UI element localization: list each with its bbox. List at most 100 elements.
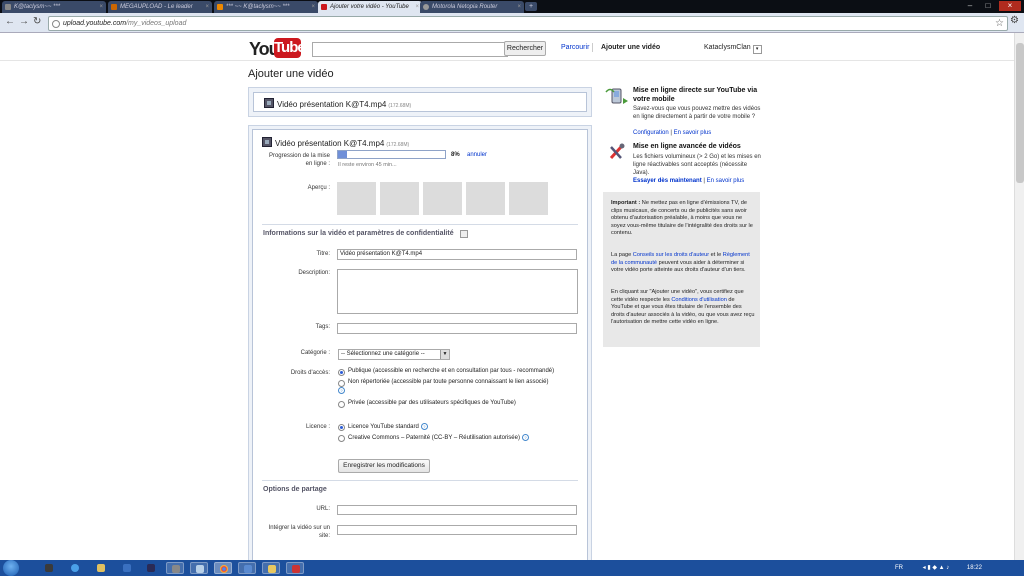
upload-link[interactable]: Ajouter une vidéo xyxy=(601,44,660,51)
search-button[interactable]: Rechercher xyxy=(504,41,546,56)
minimize-icon[interactable]: – xyxy=(962,1,978,11)
thumbnail-placeholder[interactable] xyxy=(509,182,548,215)
help-icon[interactable]: ? xyxy=(420,423,428,430)
access-unlisted-radio[interactable] xyxy=(338,380,345,387)
taskbar-app[interactable] xyxy=(190,562,208,574)
video-file-icon xyxy=(262,137,272,147)
user-menu[interactable]: KataclysmClan ▾ xyxy=(704,44,762,54)
title-input[interactable]: Vidéo présentation K@T4.mp4 xyxy=(337,249,577,260)
tray-icons[interactable]: ◂ ▮ ◆ ▲ ♪ xyxy=(923,565,950,571)
browser-tab[interactable]: MEGAUPLOAD - Le leader × xyxy=(108,1,212,13)
browser-tab[interactable]: *** ~~ K@taclysm~~ *** × xyxy=(214,1,318,13)
configuration-link[interactable]: Configuration xyxy=(633,130,669,136)
close-window-icon[interactable]: × xyxy=(999,1,1021,11)
file-size: (172.68M) xyxy=(386,142,410,148)
upload-progress-bar xyxy=(337,150,446,159)
scrollbar-thumb[interactable] xyxy=(1016,43,1024,183)
browser-tab[interactable]: K@taclysm~~ *** × xyxy=(2,1,106,13)
embed-code-field[interactable] xyxy=(337,525,577,535)
thumbnail-placeholder[interactable] xyxy=(466,182,505,215)
tab-close-icon[interactable]: × xyxy=(205,1,209,13)
folder-icon xyxy=(268,565,276,573)
cancel-upload-link[interactable]: annuler xyxy=(467,152,487,158)
taskbar-app[interactable] xyxy=(262,562,280,574)
description-textarea[interactable] xyxy=(337,269,578,314)
taskbar-app[interactable] xyxy=(92,562,110,574)
forward-button[interactable]: → xyxy=(19,17,29,27)
thumbnail-placeholder[interactable] xyxy=(337,182,376,215)
search-input[interactable] xyxy=(312,42,508,57)
category-selected: -- Sélectionnez une catégorie -- xyxy=(341,351,425,357)
section-divider xyxy=(262,224,578,225)
file-size: (172.68M) xyxy=(388,103,412,109)
new-tab-button[interactable]: + xyxy=(525,2,537,11)
description-label: Description: xyxy=(298,270,330,276)
back-button[interactable]: ← xyxy=(5,17,15,27)
access-private-radio[interactable] xyxy=(338,401,345,408)
youtube-logo[interactable]: You Tube xyxy=(249,38,306,59)
reload-button[interactable]: ↻ xyxy=(33,17,41,27)
clock[interactable]: 18:22 xyxy=(967,565,982,571)
tab-close-icon[interactable]: × xyxy=(415,1,419,13)
copyright-tips-link[interactable]: Conseils sur les droits d'auteur xyxy=(633,252,709,258)
tab-label: Motorola Netopia Router xyxy=(432,4,498,10)
tab-close-icon[interactable]: × xyxy=(311,1,315,13)
title-input-value: Vidéo présentation K@T4.mp4 xyxy=(340,251,423,257)
taskbar-app[interactable] xyxy=(66,562,84,574)
access-public-radio[interactable] xyxy=(338,369,345,376)
tags-input[interactable] xyxy=(337,323,577,334)
tab-favicon-icon xyxy=(5,4,11,10)
language-indicator[interactable]: FR xyxy=(895,565,903,571)
advanced-upload-title: Mise en ligne avancée de vidéos xyxy=(633,143,741,150)
address-bar[interactable]: upload.youtube.com/my_videos_upload ☆ xyxy=(48,16,1008,31)
license-cc-radio[interactable] xyxy=(338,435,345,442)
license-cc-label: Creative Commons – Paternité (CC-BY – Ré… xyxy=(348,434,529,441)
page-scrollbar[interactable] xyxy=(1014,33,1024,560)
app-icon xyxy=(196,565,204,573)
help-icon[interactable]: ? xyxy=(338,387,345,394)
thumbnail-placeholder[interactable] xyxy=(423,182,462,215)
page-title: Ajouter une vidéo xyxy=(248,68,334,80)
taskbar-app[interactable] xyxy=(166,562,184,574)
chevron-down-icon[interactable]: ▼ xyxy=(440,350,449,359)
category-select[interactable]: -- Sélectionnez une catégorie -- ▼ xyxy=(338,349,450,360)
wrench-menu-icon[interactable]: ⚙ xyxy=(1010,16,1019,26)
copyright-notice: Important : Ne mettez pas en ligne d'émi… xyxy=(603,192,760,347)
chrome-icon xyxy=(220,565,228,573)
upload-item-title: Vidéo présentation K@T4.mp4 (172.68M) xyxy=(264,98,411,109)
windows-taskbar: FR ◂ ▮ ◆ ▲ ♪ 18:22 xyxy=(0,560,1024,576)
link-separator: | xyxy=(703,178,705,184)
browser-tab-active[interactable]: Ajouter votre vidéo - YouTube × xyxy=(318,1,422,13)
tab-close-icon[interactable]: × xyxy=(99,1,103,13)
tab-close-icon[interactable]: × xyxy=(517,1,521,13)
embed-label: Intégrer la vidéo sur un site: xyxy=(268,525,330,539)
start-button[interactable] xyxy=(3,560,19,576)
app-icon xyxy=(71,564,79,572)
maximize-icon[interactable]: □ xyxy=(980,1,996,11)
app-icon xyxy=(97,564,105,572)
help-icon[interactable]: ? xyxy=(521,434,529,441)
save-changes-button[interactable]: Enregistrer les modifications xyxy=(338,459,430,473)
tab-label: K@taclysm~~ *** xyxy=(14,4,61,10)
upload-item-header[interactable]: Vidéo présentation K@T4.mp4 (172.68M) xyxy=(253,92,587,112)
taskbar-app[interactable] xyxy=(238,562,256,574)
bookmark-star-icon[interactable]: ☆ xyxy=(995,17,1004,30)
learn-more-link[interactable]: En savoir plus xyxy=(707,178,745,184)
taskbar-app[interactable] xyxy=(40,562,58,574)
browser-tab[interactable]: Motorola Netopia Router × xyxy=(420,1,524,13)
chevron-down-icon[interactable]: ▾ xyxy=(752,45,762,54)
terms-of-use-link[interactable]: Conditions d'utilisation xyxy=(671,297,726,303)
learn-more-link[interactable]: En savoir plus xyxy=(674,130,712,136)
try-now-link[interactable]: Essayer dès maintenant xyxy=(633,178,702,184)
taskbar-app-chrome[interactable] xyxy=(214,562,232,574)
share-url-field[interactable] xyxy=(337,505,577,515)
taskbar-app[interactable] xyxy=(142,562,160,574)
license-standard-label: Licence YouTube standard? xyxy=(348,423,428,430)
taskbar-app[interactable] xyxy=(118,562,136,574)
thumbnail-placeholder[interactable] xyxy=(380,182,419,215)
browse-link[interactable]: Parcourir xyxy=(561,44,589,51)
license-standard-radio[interactable] xyxy=(338,424,345,431)
url-host: upload.youtube.com xyxy=(63,20,127,27)
collapse-section-icon[interactable] xyxy=(460,230,468,238)
taskbar-app[interactable] xyxy=(286,562,304,574)
